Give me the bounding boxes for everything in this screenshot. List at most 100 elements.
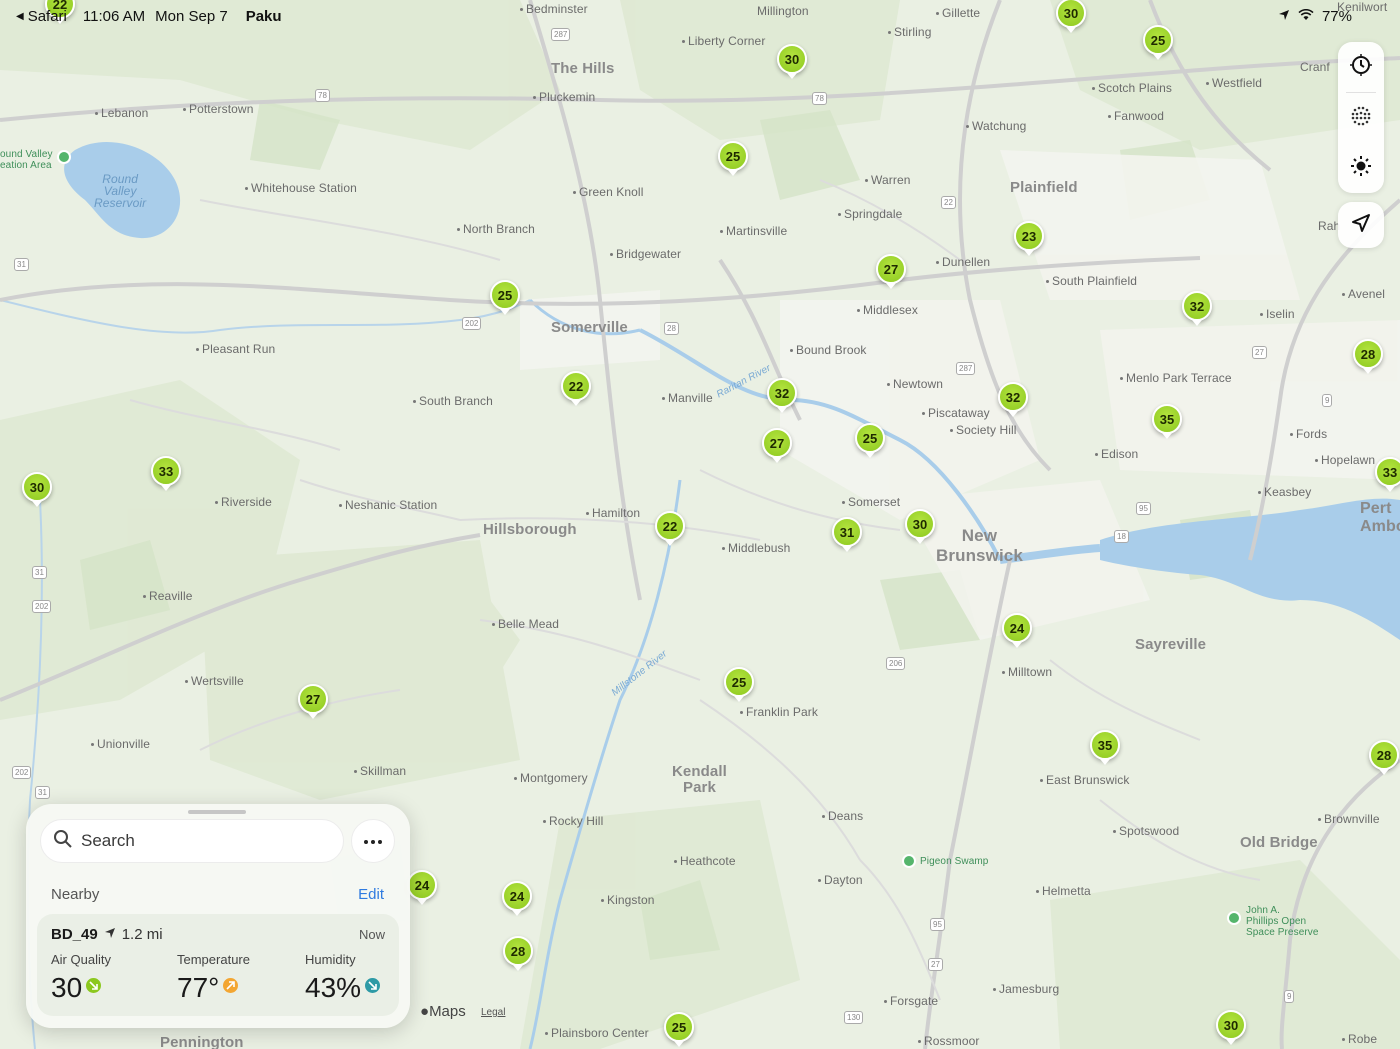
humidity-trend-icon	[365, 978, 381, 993]
aqi-station-marker[interactable]: 31	[832, 517, 862, 552]
aqi-station-marker[interactable]: 23	[1014, 221, 1044, 256]
place-label: Rossmoor	[918, 1034, 979, 1048]
aqi-station-marker[interactable]: 22	[561, 371, 591, 406]
highway-shield: 31	[14, 258, 29, 271]
aqi-station-marker[interactable]: 25	[664, 1012, 694, 1047]
aqi-station-marker[interactable]: 28	[503, 936, 533, 971]
place-label: Liberty Corner	[682, 34, 765, 48]
distance-arrow-icon	[104, 926, 116, 943]
aqi-station-marker[interactable]: 27	[876, 254, 906, 289]
aqi-station-marker[interactable]: 25	[718, 141, 748, 176]
aqi-station-marker[interactable]: 33	[151, 456, 181, 491]
ellipsis-icon	[363, 832, 383, 850]
place-label: Society Hill	[950, 423, 1017, 437]
back-arrow-icon: ◀	[16, 11, 24, 22]
time-layer-button[interactable]	[1338, 42, 1384, 92]
place-label: Forsgate	[884, 994, 938, 1008]
place-label: Helmetta	[1036, 884, 1091, 898]
highway-shield: 78	[315, 89, 330, 102]
highway-shield: 31	[32, 566, 47, 579]
aqi-station-marker[interactable]: 30	[777, 44, 807, 79]
place-label: Manville	[662, 391, 713, 405]
place-label: Menlo Park Terrace	[1120, 371, 1232, 385]
aqi-station-marker[interactable]: 35	[1152, 404, 1182, 439]
station-header: BD_49 1.2 mi	[51, 926, 163, 943]
aqi-station-marker[interactable]: 30	[1216, 1010, 1246, 1045]
highway-shield: 95	[1136, 502, 1151, 515]
place-label: Keasbey	[1258, 485, 1311, 499]
highway-shield: 202	[462, 317, 482, 330]
place-label: Deans	[822, 809, 863, 823]
more-options-button[interactable]	[351, 819, 395, 863]
park-marker-icon	[902, 854, 916, 868]
place-label: Cranf	[1300, 60, 1330, 74]
place-label: Belle Mead	[492, 617, 559, 631]
place-label: Rah	[1318, 219, 1341, 233]
aqi-station-marker[interactable]: 30	[22, 472, 52, 507]
aqi-station-marker[interactable]: 25	[855, 423, 885, 458]
place-label: Middlebush	[722, 541, 790, 555]
aqi-station-marker[interactable]: 35	[1090, 730, 1120, 765]
highway-shield: 78	[812, 92, 827, 105]
place-label: Heathcote	[674, 854, 736, 868]
aqi-station-marker[interactable]: 25	[724, 667, 754, 702]
place-label: Avenel	[1342, 287, 1385, 301]
pollen-layer-button[interactable]	[1338, 93, 1384, 143]
place-label: Hopelawn	[1315, 453, 1375, 467]
status-time: 11:06 AM	[82, 8, 146, 25]
search-field[interactable]: Search	[40, 819, 344, 863]
aqi-station-marker[interactable]: 24	[502, 881, 532, 916]
aqi-station-marker[interactable]: 24	[1002, 613, 1032, 648]
edit-button[interactable]: Edit	[358, 886, 384, 903]
place-label: Fanwood	[1108, 109, 1164, 123]
place-label: Martinsville	[720, 224, 787, 238]
park-marker-icon	[57, 150, 71, 164]
legal-link[interactable]: Legal	[481, 1007, 505, 1018]
aqi-station-marker[interactable]: 27	[762, 428, 792, 463]
place-label: Westfield	[1206, 76, 1262, 90]
place-label: Newtown	[887, 377, 943, 391]
air-quality-label: Air Quality	[51, 952, 111, 967]
temperature-label: Temperature	[177, 952, 250, 967]
place-label: Spotswood	[1113, 824, 1179, 838]
place-label: Scotch Plains	[1092, 81, 1172, 95]
humidity-label: Humidity	[305, 952, 356, 967]
aqi-station-marker[interactable]: 27	[298, 684, 328, 719]
highway-shield: 287	[956, 362, 976, 375]
aqi-station-marker[interactable]: 32	[998, 382, 1028, 417]
city-label-kendall-park: Kendall Park	[672, 763, 727, 796]
station-card[interactable]: BD_49 1.2 mi Now Air Quality 30 Temperat…	[37, 914, 399, 1016]
aqi-station-marker[interactable]: 32	[1182, 291, 1212, 326]
back-to-safari-link[interactable]: ◀ Safari	[16, 8, 67, 25]
temperature-metric: Temperature 77°	[177, 952, 250, 1004]
aqi-station-marker[interactable]: 30	[905, 509, 935, 544]
park-label-john-phillips: John A. Phillips Open Space Preserve	[1246, 905, 1319, 938]
place-label: Old Bridge	[1240, 834, 1318, 851]
place-label: Lebanon	[95, 106, 148, 120]
highway-shield: 27	[928, 958, 943, 971]
place-label: Iselin	[1260, 307, 1295, 321]
place-label: Bound Brook	[790, 343, 866, 357]
aqi-station-marker[interactable]: 24	[407, 870, 437, 905]
locate-me-control	[1338, 202, 1384, 248]
highway-shield: 27	[1252, 346, 1267, 359]
wifi-icon	[1298, 8, 1314, 25]
aqi-station-marker[interactable]: 33	[1375, 457, 1400, 492]
aqi-station-marker[interactable]: 25	[490, 280, 520, 315]
aqi-station-marker[interactable]: 32	[767, 378, 797, 413]
place-label: Montgomery	[514, 771, 588, 785]
place-label: North Branch	[457, 222, 535, 236]
aqi-station-marker[interactable]: 22	[655, 511, 685, 546]
panel-grabber[interactable]	[188, 810, 246, 814]
place-label: Pennington	[160, 1034, 244, 1049]
place-label: Warren	[865, 173, 911, 187]
locate-me-button[interactable]	[1338, 202, 1384, 248]
city-label-new-brunswick: New Brunswick	[936, 526, 1023, 565]
weather-layer-button[interactable]	[1338, 143, 1384, 193]
aqi-station-marker[interactable]: 28	[1353, 339, 1383, 374]
place-label: Milltown	[1002, 665, 1052, 679]
highway-shield: 18	[1114, 530, 1129, 543]
city-label-perth-amboy: Pert Ambo	[1360, 500, 1400, 535]
aqi-station-marker[interactable]: 28	[1369, 740, 1399, 775]
air-quality-trend-icon	[86, 978, 102, 993]
